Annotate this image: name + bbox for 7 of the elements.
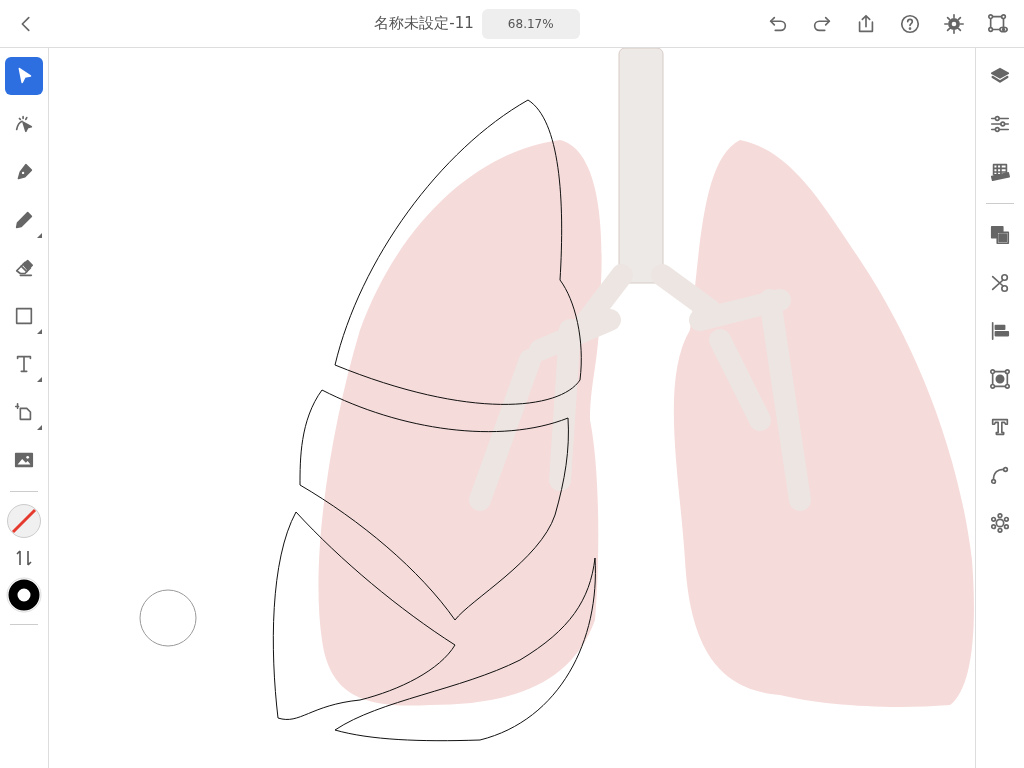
circle-cursor (139, 589, 197, 647)
stroke-swatch[interactable] (6, 577, 42, 613)
document-title[interactable]: 名称未設定-11 (374, 12, 474, 35)
swap-icon[interactable] (16, 549, 32, 567)
arrow-pointer-icon[interactable] (5, 57, 43, 95)
fill-swatch[interactable] (6, 503, 42, 539)
zoom-level[interactable]: 68.17% (481, 8, 580, 39)
